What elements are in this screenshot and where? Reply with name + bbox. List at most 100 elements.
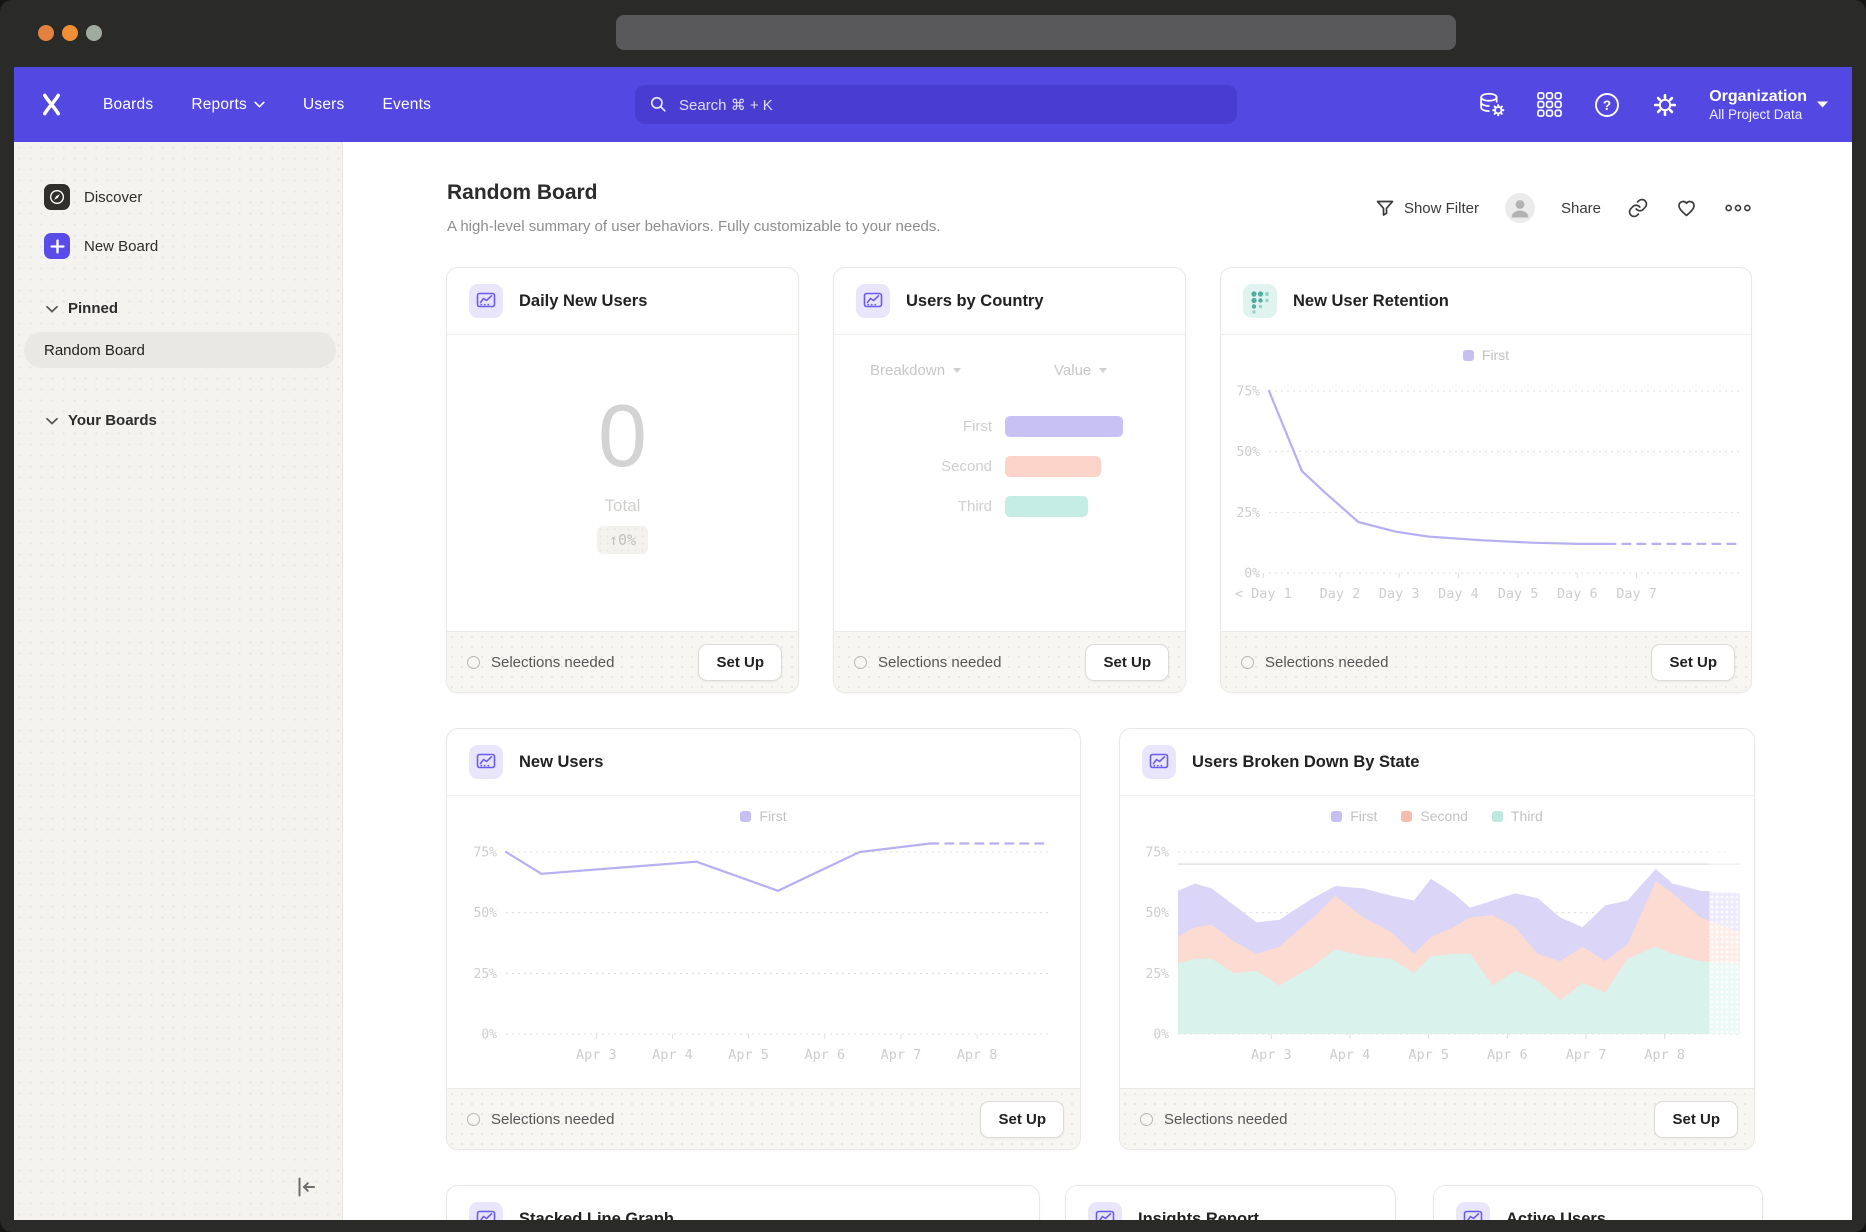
svg-text:0%: 0% [481,1028,497,1043]
svg-text:Apr 8: Apr 8 [1644,1047,1685,1063]
sidebar-collapse-button[interactable] [293,1174,319,1205]
bar-label: Second [834,458,992,475]
metric-value: 0 [598,392,647,480]
more-options-button[interactable] [1724,202,1752,214]
sidebar-item-new-board[interactable]: New Board [44,233,158,259]
card-title: Daily New Users [519,292,647,311]
svg-text:50%: 50% [474,906,498,921]
link-icon [1627,197,1649,219]
page-title: Random Board [447,181,598,205]
sidebar-item-label: Discover [84,189,142,206]
card-daily-new-users: Daily New Users 0 Total ↑0% Selections n… [446,267,799,693]
share-button[interactable]: Share [1561,200,1601,217]
help-icon[interactable]: ? [1593,91,1621,119]
svg-text:Apr 7: Apr 7 [1566,1047,1607,1063]
svg-text:25%: 25% [474,967,498,982]
svg-text:50%: 50% [1237,445,1261,460]
bar-label: Third [834,498,992,515]
card-title: Users by Country [906,292,1044,311]
data-management-icon[interactable] [1477,90,1506,119]
card-new-users: New Users First 75%50%25%0%Apr 3Apr 4Apr… [446,728,1081,1150]
sidebar-item-discover[interactable]: Discover [44,184,142,210]
sidebar-group-pinned[interactable]: Pinned [46,300,118,317]
org-name: Organization [1709,87,1807,108]
set-up-button[interactable]: Set Up [1654,1101,1738,1138]
breakdown-dropdown[interactable]: Breakdown [870,362,961,379]
user-avatar-icon [1505,193,1535,223]
sidebar: Discover New Board Pinned Random Board Y… [14,142,343,1220]
search-input[interactable]: Search ⌘ + K [635,85,1237,124]
chevron-down-icon [46,417,58,425]
window-close-button[interactable] [38,25,54,41]
sidebar-group-your-boards[interactable]: Your Boards [46,412,157,429]
nav-item-events[interactable]: Events [382,96,431,114]
status-circle-icon [1241,656,1254,669]
metric-delta-badge: ↑0% [597,526,648,554]
sidebar-group-label: Pinned [68,300,118,317]
caret-down-icon [953,368,961,373]
card-title: New User Retention [1293,292,1449,311]
apps-grid-icon[interactable] [1536,91,1563,118]
window-minimize-button[interactable] [62,25,78,41]
line-chart-icon [1088,1202,1122,1220]
sidebar-item-label: New Board [84,238,158,255]
caret-down-icon [1099,368,1107,373]
status-circle-icon [467,656,480,669]
svg-text:Day 3: Day 3 [1379,586,1420,602]
svg-text:Apr 3: Apr 3 [1251,1047,1292,1063]
heart-icon [1675,197,1698,219]
svg-text:0%: 0% [1244,567,1260,582]
svg-text:25%: 25% [1237,506,1261,521]
svg-text:Apr 5: Apr 5 [728,1047,769,1063]
org-switcher[interactable]: Organization All Project Data [1709,87,1828,123]
caret-down-icon [1817,101,1828,108]
status-circle-icon [467,1113,480,1126]
search-placeholder: Search ⌘ + K [679,96,773,114]
mixpanel-logo-icon[interactable] [38,91,65,118]
window-controls [38,25,102,41]
status-circle-icon [854,656,867,669]
svg-text:Day 2: Day 2 [1320,586,1361,602]
settings-gear-icon[interactable] [1651,91,1679,119]
browser-address-bar[interactable] [616,15,1456,50]
favorite-button[interactable] [1675,197,1698,219]
window-zoom-button[interactable] [86,25,102,41]
line-chart-icon [1142,745,1176,779]
set-up-button[interactable]: Set Up [698,644,782,681]
set-up-button[interactable]: Set Up [1651,644,1735,681]
svg-text:75%: 75% [1146,846,1170,861]
card-users-by-state: Users Broken Down By State First Second … [1119,728,1755,1150]
status-text: Selections needed [491,1111,614,1128]
card-title: Users Broken Down By State [1192,753,1419,772]
nav-item-users[interactable]: Users [303,96,344,114]
svg-text:Apr 8: Apr 8 [957,1047,998,1063]
line-chart-icon [469,284,503,318]
set-up-button[interactable]: Set Up [1085,644,1169,681]
app-content: Boards Reports Users Events Search ⌘ + K [14,67,1852,1220]
filter-funnel-icon [1375,199,1395,218]
set-up-button[interactable]: Set Up [980,1101,1064,1138]
card-new-user-retention: New User Retention First 75%50%25%0%< Da… [1220,267,1752,693]
nav-item-reports[interactable]: Reports [191,96,265,114]
metric-display: 0 Total ↑0% [447,334,798,632]
bar-second [1005,456,1101,477]
svg-text:?: ? [1603,98,1611,113]
show-filter-button[interactable]: Show Filter [1375,199,1479,218]
value-dropdown[interactable]: Value [1054,362,1107,379]
collapse-sidebar-icon [293,1174,319,1200]
bar-row: First [834,415,1123,437]
svg-text:Apr 6: Apr 6 [1487,1047,1528,1063]
metric-label: Total [605,496,641,516]
state-area-chart: 75%50%25%0%Apr 3Apr 4Apr 5Apr 6Apr 7Apr … [1120,795,1754,1095]
copy-link-button[interactable] [1627,197,1649,219]
search-icon [649,95,668,114]
card-title: Insights Report [1138,1210,1259,1221]
sidebar-item-random-board[interactable]: Random Board [24,332,336,368]
nav-item-boards[interactable]: Boards [103,96,153,114]
avatar[interactable] [1505,193,1535,223]
discover-compass-icon [44,184,70,210]
bar-first [1005,416,1123,437]
svg-text:Day 5: Day 5 [1498,586,1539,602]
board-toolbar: Show Filter Share [1375,193,1752,223]
status-text: Selections needed [878,654,1001,671]
